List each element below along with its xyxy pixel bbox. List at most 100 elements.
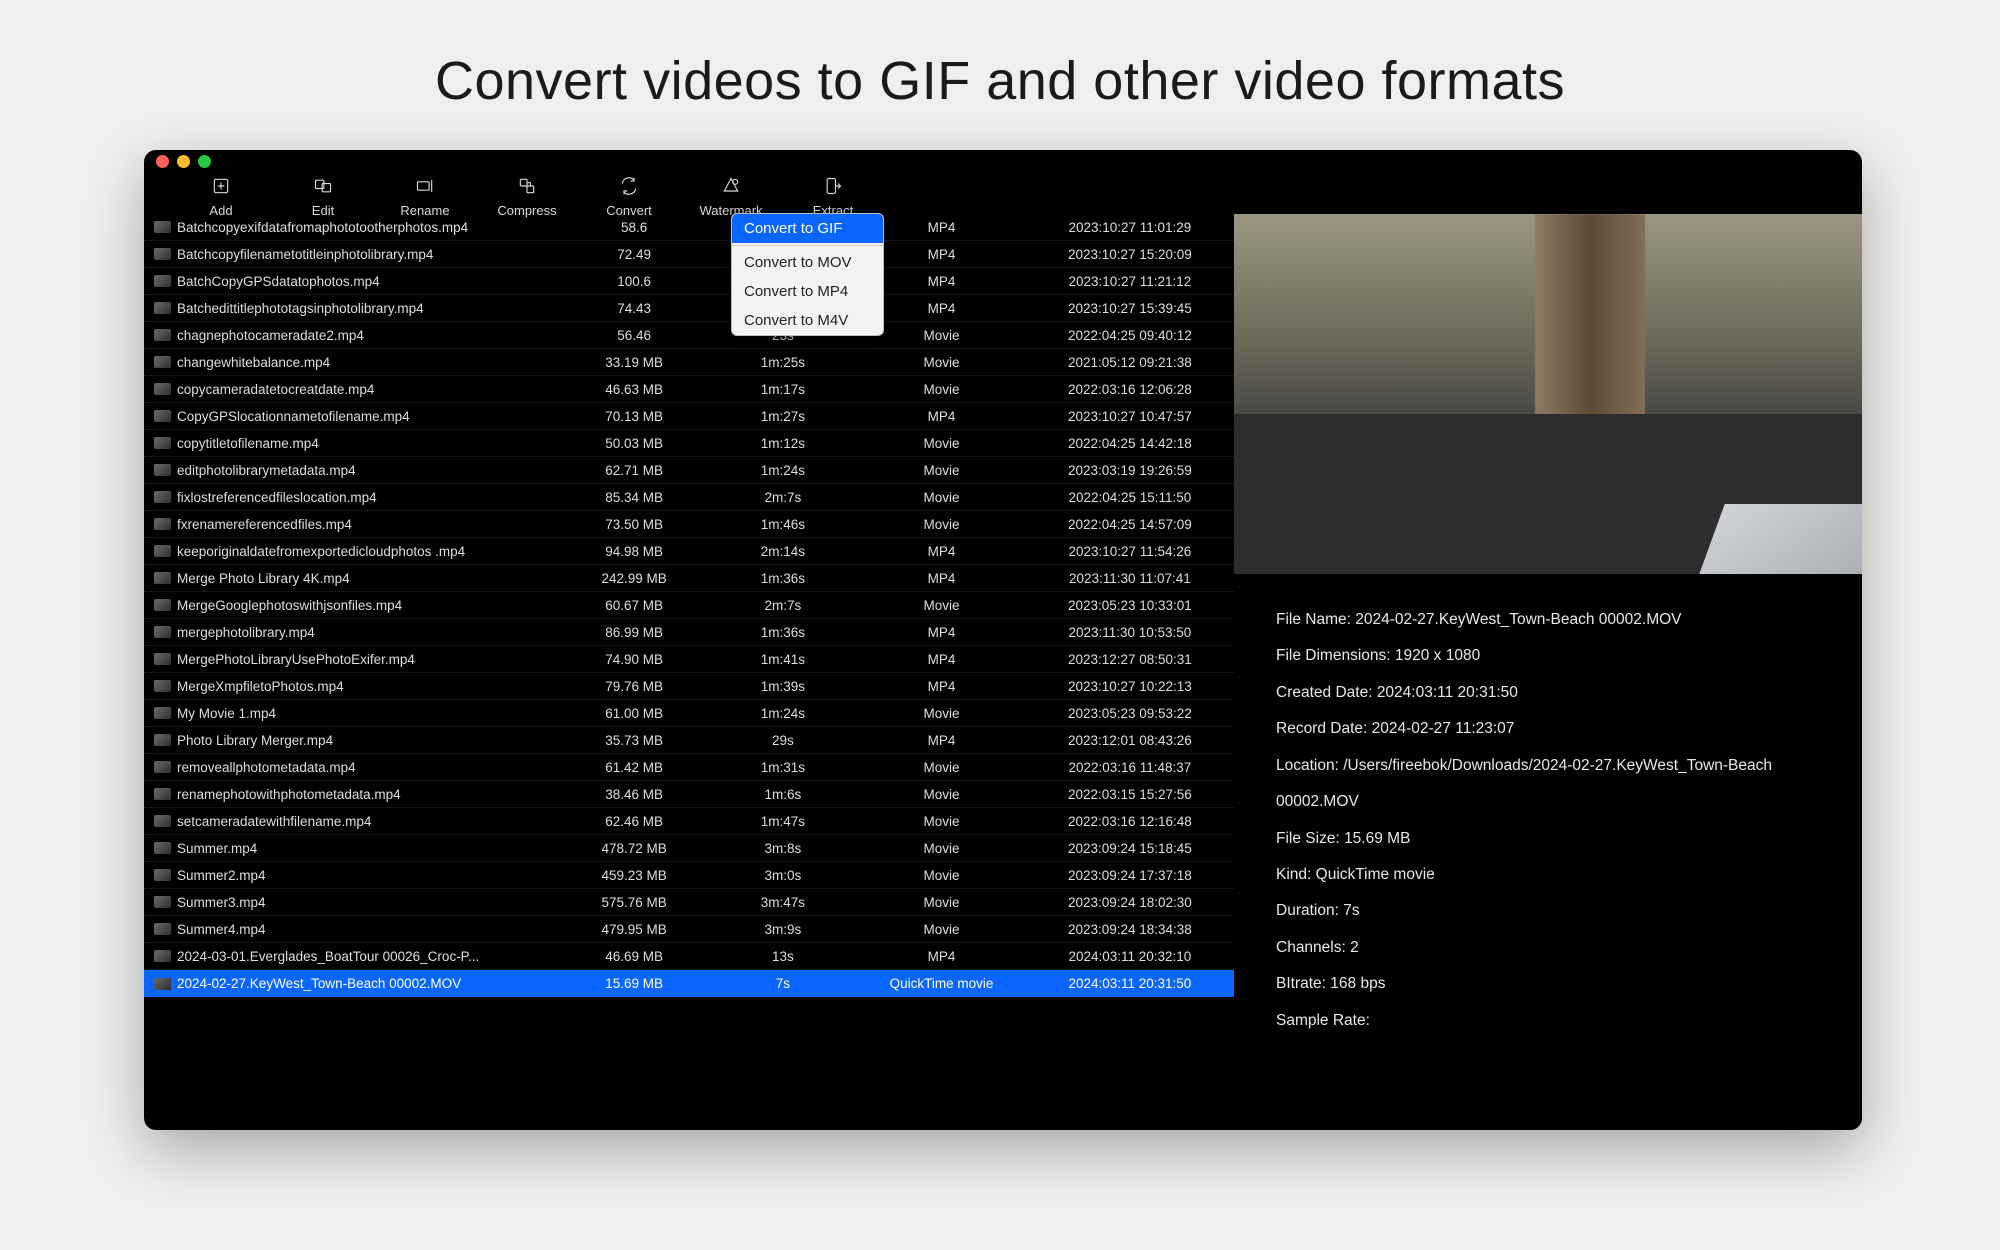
- file-kind-cell: Movie: [857, 868, 1026, 883]
- file-row[interactable]: keeporiginaldatefromexportedicloudphotos…: [144, 538, 1234, 565]
- file-thumb-icon: [154, 978, 171, 990]
- video-preview[interactable]: [1234, 214, 1862, 574]
- edit-button[interactable]: Edit: [272, 172, 374, 218]
- edit-icon: [313, 176, 333, 199]
- file-name-cell: setcameradatewithfilename.mp4: [177, 814, 560, 829]
- file-date-cell: 2023:09:24 17:37:18: [1026, 868, 1234, 883]
- file-row[interactable]: 2024-03-01.Everglades_BoatTour 00026_Cro…: [144, 943, 1234, 970]
- file-row[interactable]: copycameradatetocreatdate.mp446.63 MB1m:…: [144, 376, 1234, 403]
- file-row[interactable]: My Movie 1.mp461.00 MB1m:24sMovie2023:05…: [144, 700, 1234, 727]
- dropdown-item[interactable]: Convert to M4V: [732, 306, 883, 335]
- file-row[interactable]: Summer.mp4478.72 MB3m:8sMovie2023:09:24 …: [144, 835, 1234, 862]
- file-date-cell: 2024:03:11 20:32:10: [1026, 949, 1234, 964]
- page-heading: Convert videos to GIF and other video fo…: [0, 0, 2000, 142]
- maximize-window-button[interactable]: [198, 155, 211, 168]
- file-thumb-icon: [154, 572, 171, 584]
- file-row[interactable]: Batchcopyfilenametotitleinphotolibrary.m…: [144, 241, 1234, 268]
- detail-bitrate: BItrate: 168 bps: [1276, 966, 1820, 1002]
- file-row[interactable]: setcameradatewithfilename.mp462.46 MB1m:…: [144, 808, 1234, 835]
- file-date-cell: 2022:03:16 12:06:28: [1026, 382, 1234, 397]
- file-name-cell: Batchedittitlephototagsinphotolibrary.mp…: [177, 301, 560, 316]
- file-name-cell: MergeXmpfiletoPhotos.mp4: [177, 679, 560, 694]
- file-row[interactable]: MergePhotoLibraryUsePhotoExifer.mp474.90…: [144, 646, 1234, 673]
- compress-button[interactable]: Compress: [476, 172, 578, 218]
- titlebar: [144, 150, 1862, 172]
- file-size-cell: 61.00 MB: [560, 706, 709, 721]
- rename-button[interactable]: Rename: [374, 172, 476, 218]
- file-row[interactable]: Summer2.mp4459.23 MB3m:0sMovie2023:09:24…: [144, 862, 1234, 889]
- file-thumb-icon: [154, 302, 171, 314]
- file-size-cell: 72.49: [560, 247, 709, 262]
- file-thumb-icon: [154, 734, 171, 746]
- file-row[interactable]: BatchCopyGPSdatatophotos.mp4100.623sMP42…: [144, 268, 1234, 295]
- file-row[interactable]: copytitletofilename.mp450.03 MB1m:12sMov…: [144, 430, 1234, 457]
- file-date-cell: 2023:10:27 10:47:57: [1026, 409, 1234, 424]
- file-duration-cell: 1m:25s: [709, 355, 858, 370]
- file-row[interactable]: renamephotowithphotometadata.mp438.46 MB…: [144, 781, 1234, 808]
- file-row[interactable]: changewhitebalance.mp433.19 MB1m:25sMovi…: [144, 349, 1234, 376]
- detail-record: Record Date: 2024-02-27 11:23:07: [1276, 711, 1820, 747]
- file-date-cell: 2023:12:01 08:43:26: [1026, 733, 1234, 748]
- dropdown-item[interactable]: Convert to MOV: [732, 248, 883, 277]
- file-row[interactable]: MergeGooglephotoswithjsonfiles.mp460.67 …: [144, 592, 1234, 619]
- file-row[interactable]: fxrenamereferencedfiles.mp473.50 MB1m:46…: [144, 511, 1234, 538]
- convert-button[interactable]: Convert: [578, 172, 680, 218]
- file-row[interactable]: removeallphotometadata.mp461.42 MB1m:31s…: [144, 754, 1234, 781]
- file-duration-cell: 3m:0s: [709, 868, 858, 883]
- file-row[interactable]: Summer3.mp4575.76 MB3m:47sMovie2023:09:2…: [144, 889, 1234, 916]
- file-duration-cell: 1m:24s: [709, 706, 858, 721]
- file-row[interactable]: mergephotolibrary.mp486.99 MB1m:36sMP420…: [144, 619, 1234, 646]
- file-kind-cell: MP4: [857, 733, 1026, 748]
- rename-icon: [415, 176, 435, 199]
- file-name-cell: 2024-03-01.Everglades_BoatTour 00026_Cro…: [177, 949, 560, 964]
- detail-file-name: File Name: 2024-02-27.KeyWest_Town-Beach…: [1276, 602, 1820, 638]
- file-kind-cell: MP4: [857, 409, 1026, 424]
- minimize-window-button[interactable]: [177, 155, 190, 168]
- file-row[interactable]: editphotolibrarymetadata.mp462.71 MB1m:2…: [144, 457, 1234, 484]
- file-kind-cell: Movie: [857, 463, 1026, 478]
- dropdown-item[interactable]: Convert to MP4: [732, 277, 883, 306]
- watermark-button[interactable]: Watermark: [680, 172, 782, 218]
- file-row[interactable]: Batchcopyexifdatafromaphototootherphotos…: [144, 214, 1234, 241]
- file-kind-cell: MP4: [857, 625, 1026, 640]
- dropdown-item[interactable]: Convert to GIF: [732, 214, 883, 243]
- file-date-cell: 2023:09:24 18:34:38: [1026, 922, 1234, 937]
- file-name-cell: Merge Photo Library 4K.mp4: [177, 571, 560, 586]
- file-date-cell: 2023:11:30 11:07:41: [1026, 571, 1234, 586]
- file-duration-cell: 1m:47s: [709, 814, 858, 829]
- file-date-cell: 2023:10:27 15:20:09: [1026, 247, 1234, 262]
- close-window-button[interactable]: [156, 155, 169, 168]
- file-row[interactable]: CopyGPSlocationnametofilename.mp470.13 M…: [144, 403, 1234, 430]
- file-row[interactable]: Batchedittitlephototagsinphotolibrary.mp…: [144, 295, 1234, 322]
- file-name-cell: Photo Library Merger.mp4: [177, 733, 560, 748]
- file-row[interactable]: Summer4.mp4479.95 MB3m:9sMovie2023:09:24…: [144, 916, 1234, 943]
- file-row[interactable]: chagnephotocameradate2.mp456.4623sMovie2…: [144, 322, 1234, 349]
- file-date-cell: 2024:03:11 20:31:50: [1026, 976, 1234, 991]
- extract-button[interactable]: Extract: [782, 172, 884, 218]
- file-kind-cell: Movie: [857, 814, 1026, 829]
- file-duration-cell: 1m:6s: [709, 787, 858, 802]
- file-row[interactable]: fixlostreferencedfileslocation.mp485.34 …: [144, 484, 1234, 511]
- file-thumb-icon: [154, 464, 171, 476]
- file-row[interactable]: Merge Photo Library 4K.mp4242.99 MB1m:36…: [144, 565, 1234, 592]
- file-thumb-icon: [154, 437, 171, 449]
- file-name-cell: BatchCopyGPSdatatophotos.mp4: [177, 274, 560, 289]
- file-list[interactable]: Batchcopyexifdatafromaphototootherphotos…: [144, 214, 1234, 1130]
- file-date-cell: 2022:03:16 12:16:48: [1026, 814, 1234, 829]
- convert-dropdown[interactable]: Convert to GIFConvert to MOVConvert to M…: [731, 213, 884, 336]
- extract-icon: [823, 176, 843, 199]
- file-date-cell: 2023:09:24 18:02:30: [1026, 895, 1234, 910]
- detail-dimensions: File Dimensions: 1920 x 1080: [1276, 638, 1820, 674]
- file-size-cell: 38.46 MB: [560, 787, 709, 802]
- file-row[interactable]: 2024-02-27.KeyWest_Town-Beach 00002.MOV1…: [144, 970, 1234, 997]
- add-button[interactable]: Add: [170, 172, 272, 218]
- file-kind-cell: Movie: [857, 706, 1026, 721]
- file-date-cell: 2023:10:27 11:21:12: [1026, 274, 1234, 289]
- content-area: Batchcopyexifdatafromaphototootherphotos…: [144, 214, 1862, 1130]
- file-name-cell: Batchcopyfilenametotitleinphotolibrary.m…: [177, 247, 560, 262]
- file-row[interactable]: Photo Library Merger.mp435.73 MB29sMP420…: [144, 727, 1234, 754]
- file-size-cell: 61.42 MB: [560, 760, 709, 775]
- file-name-cell: changewhitebalance.mp4: [177, 355, 560, 370]
- file-name-cell: 2024-02-27.KeyWest_Town-Beach 00002.MOV: [177, 976, 560, 991]
- file-row[interactable]: MergeXmpfiletoPhotos.mp479.76 MB1m:39sMP…: [144, 673, 1234, 700]
